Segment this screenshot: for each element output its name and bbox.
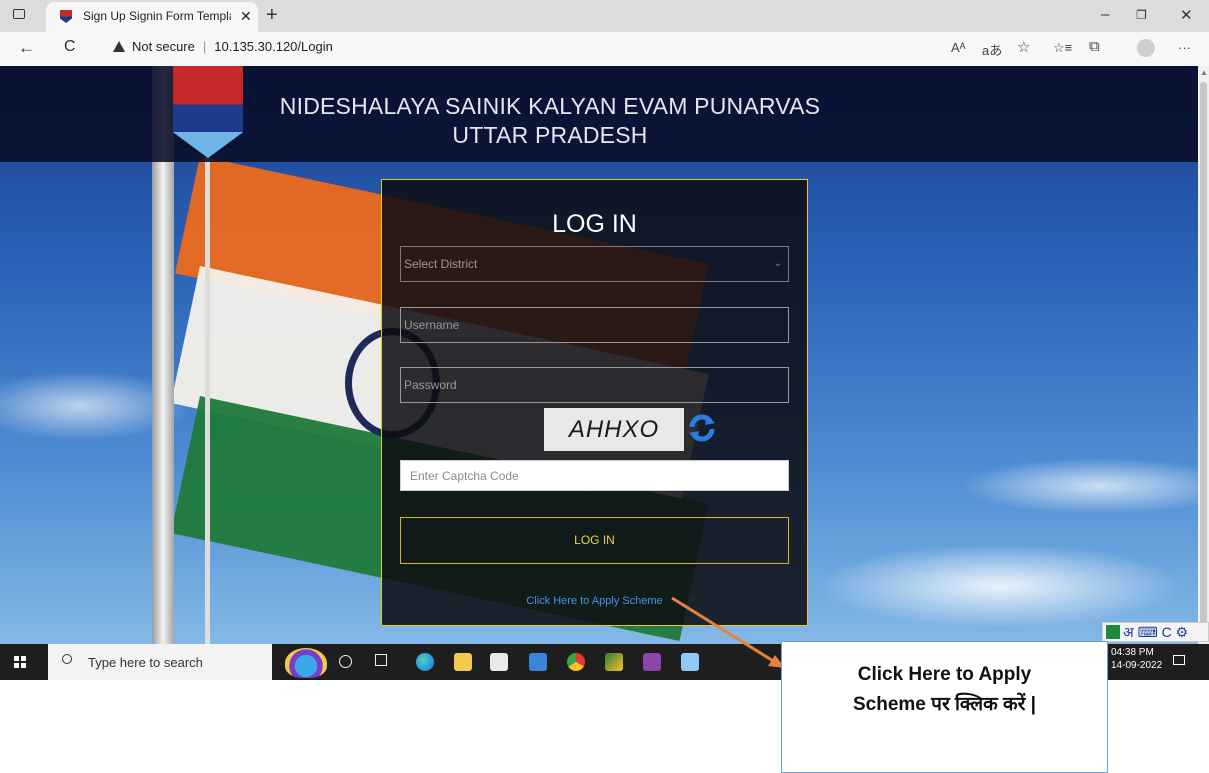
scrollbar-thumb[interactable]	[1200, 82, 1207, 642]
favorites-add-icon[interactable]: ☆	[1017, 38, 1030, 56]
apply-scheme-link[interactable]: Click Here to Apply Scheme	[382, 595, 807, 607]
read-aloud-icon[interactable]: Aᴬ	[951, 40, 966, 55]
page-background: NIDESHALAYA SAINIK KALYAN EVAM PUNARVAS …	[0, 66, 1198, 644]
restore-button[interactable]: ❐	[1136, 8, 1147, 22]
browser-tab[interactable]: Sign Up Signin Form Template E ✕	[46, 2, 258, 32]
captcha-input[interactable]: Enter Captcha Code	[400, 460, 789, 491]
refresh-icon[interactable]: C	[64, 38, 76, 56]
more-icon[interactable]: ···	[1178, 40, 1191, 55]
warning-icon	[113, 41, 125, 52]
ime-label: अ ⌨ C ⚙	[1123, 624, 1189, 640]
search-highlight-icon[interactable]	[285, 648, 327, 678]
site-title-line1: NIDESHALAYA SAINIK KALYAN EVAM PUNARVAS	[279, 93, 821, 119]
scroll-up-icon[interactable]: ▲	[1200, 68, 1208, 77]
task-view-icon[interactable]	[375, 654, 387, 666]
taskbar-clock[interactable]: 04:38 PM 14-09-2022	[1111, 646, 1162, 672]
search-icon	[62, 654, 72, 664]
taskbar-search-placeholder: Type here to search	[88, 655, 203, 670]
clock-date: 14-09-2022	[1111, 660, 1163, 671]
captcha-placeholder: Enter Captcha Code	[410, 469, 519, 483]
back-icon[interactable]: ←	[18, 38, 35, 58]
site-favicon-icon	[60, 10, 72, 23]
favorites-icon[interactable]: ☆≡	[1053, 40, 1072, 56]
collections-icon[interactable]: ⧉	[1089, 38, 1100, 55]
password-input[interactable]: Password	[400, 367, 789, 403]
app-icon[interactable]	[681, 653, 699, 671]
visual-studio-icon[interactable]	[643, 653, 661, 671]
chrome-icon[interactable]	[567, 653, 585, 671]
refresh-captcha-icon[interactable]	[687, 413, 717, 443]
mail-icon[interactable]	[529, 653, 547, 671]
security-label: Not secure	[132, 39, 195, 54]
translate-icon[interactable]: aあ	[982, 40, 1002, 59]
taskbar-search-box[interactable]: Type here to search	[48, 644, 272, 680]
notification-icon[interactable]	[1173, 655, 1185, 665]
district-select[interactable]: Select District ⌄	[400, 246, 789, 282]
tab-close-icon[interactable]: ✕	[240, 8, 252, 25]
cortana-icon[interactable]	[339, 655, 352, 668]
new-tab-button[interactable]: +	[266, 4, 278, 27]
callout-text: Click Here to Apply Scheme पर क्लिक करें…	[782, 660, 1107, 720]
ime-logo-icon	[1106, 625, 1120, 639]
chevron-down-icon: ⌄	[773, 258, 782, 269]
app-icon[interactable]	[605, 653, 623, 671]
callout-line2: Scheme पर क्लिक करें |	[853, 694, 1036, 715]
address-bar-row: ← C Not secure | 10.135.30.120/Login Aᴬ aあ…	[0, 32, 1209, 67]
department-emblem-logo	[173, 66, 243, 158]
password-placeholder: Password	[404, 378, 457, 392]
callout-line1: Click Here to Apply	[857, 664, 1032, 685]
login-title: LOG IN	[552, 210, 637, 238]
login-button[interactable]: LOG IN	[400, 517, 789, 564]
profile-icon[interactable]	[1137, 39, 1155, 57]
username-placeholder: Username	[404, 318, 460, 332]
site-title-line2: UTTAR PRADESH	[452, 122, 648, 148]
district-placeholder: Select District	[404, 257, 478, 271]
window-menu-icon[interactable]	[13, 9, 25, 19]
tab-title: Sign Up Signin Form Template E	[83, 9, 231, 23]
ime-toolbar[interactable]: अ ⌨ C ⚙	[1102, 622, 1209, 642]
minimize-button[interactable]: –	[1101, 6, 1109, 23]
edge-icon[interactable]	[416, 653, 434, 671]
flag-rope	[205, 156, 210, 644]
start-button-icon[interactable]	[14, 656, 26, 668]
clock-time: 04:38 PM	[1111, 647, 1154, 658]
url-text: 10.135.30.120/Login	[214, 39, 333, 54]
login-form: LOG IN Select District ⌄ Username Passwo…	[381, 179, 808, 626]
browser-tab-bar: Sign Up Signin Form Template E ✕ + – ❐ ✕	[0, 0, 1209, 32]
address-field[interactable]: Not secure | 10.135.30.120/Login	[113, 39, 333, 54]
site-header: NIDESHALAYA SAINIK KALYAN EVAM PUNARVAS …	[0, 66, 1198, 162]
file-explorer-icon[interactable]	[454, 653, 472, 671]
annotation-callout: Click Here to Apply Scheme पर क्लिक करें…	[781, 641, 1108, 773]
site-title: NIDESHALAYA SAINIK KALYAN EVAM PUNARVAS …	[260, 92, 840, 150]
username-input[interactable]: Username	[400, 307, 789, 343]
captcha-image: AHHXO	[544, 408, 684, 451]
close-window-button[interactable]: ✕	[1180, 6, 1193, 24]
store-icon[interactable]	[490, 653, 508, 671]
page-scrollbar[interactable]: ▲	[1198, 66, 1209, 644]
